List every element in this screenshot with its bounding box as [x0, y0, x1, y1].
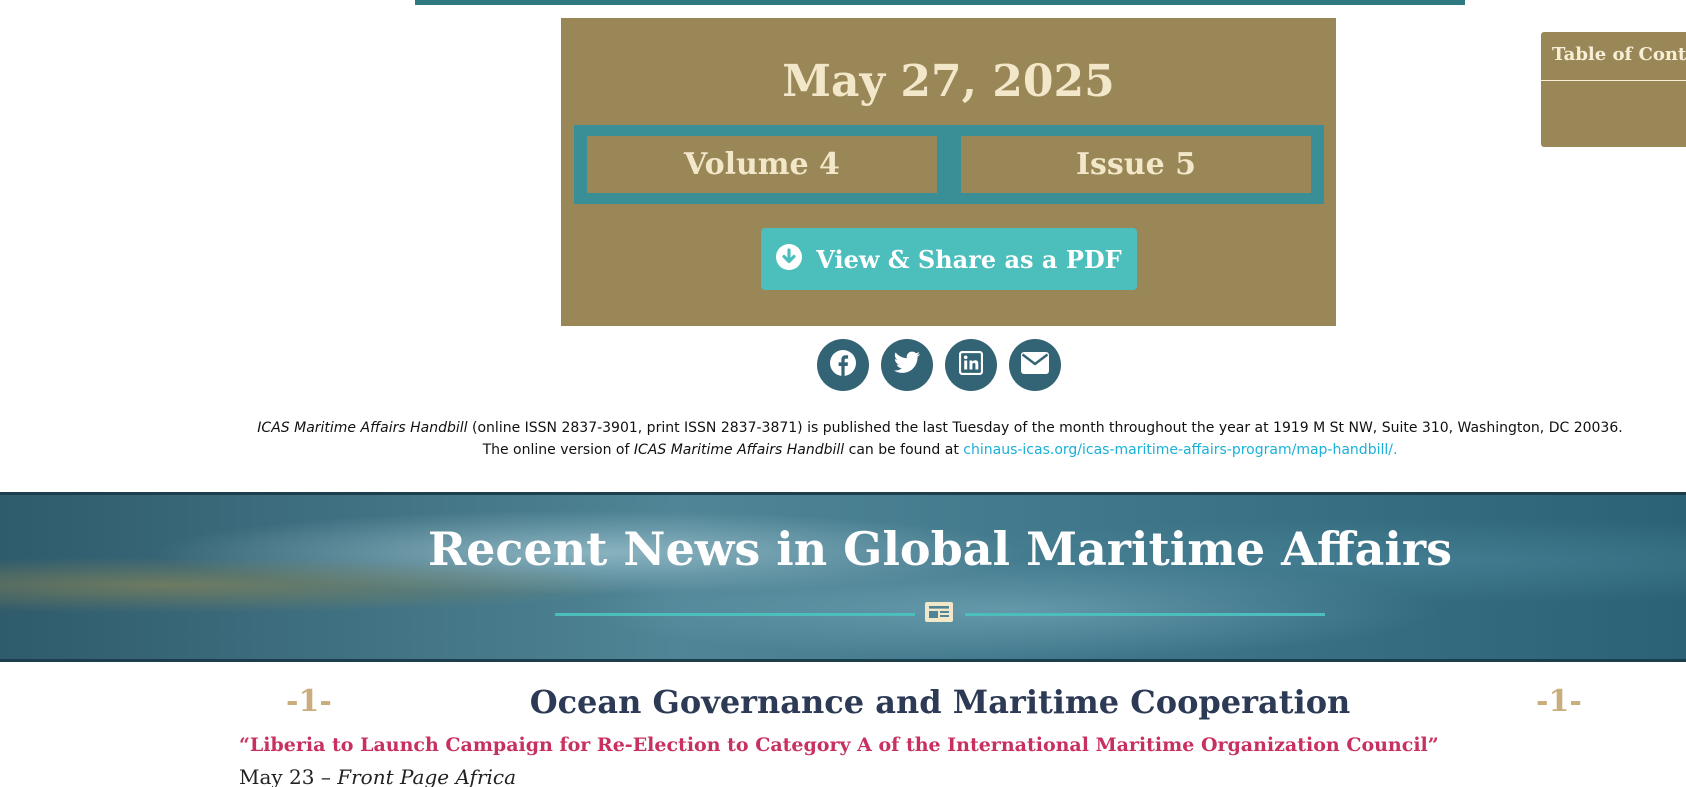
facebook-icon	[829, 349, 857, 381]
email-icon	[1021, 352, 1049, 378]
article-meta: May 23 – Front Page Africa	[239, 765, 516, 787]
issue-label: Issue 5	[961, 136, 1311, 193]
share-linkedin-button[interactable]	[945, 339, 997, 391]
issue-date: May 27, 2025	[782, 56, 1115, 107]
newspaper-icon	[924, 600, 954, 628]
table-of-contents-panel[interactable]: Table of Contents	[1541, 32, 1686, 147]
section-title: Ocean Governance and Maritime Cooperatio…	[529, 683, 1351, 721]
publication-title: ICAS Maritime Affairs Handbill	[257, 420, 468, 436]
online-version-mid: can be found at	[844, 442, 964, 458]
online-version-prefix: The online version of	[482, 442, 634, 458]
top-accent-bar	[415, 0, 1465, 5]
pdf-button-label: View & Share as a PDF	[816, 244, 1122, 274]
toc-title: Table of Contents	[1552, 44, 1686, 65]
news-section-banner: Recent News in Global Maritime Affairs	[0, 492, 1686, 662]
publication-details: (online ISSN 2837-3901, print ISSN 2837-…	[467, 420, 1623, 436]
share-buttons	[817, 339, 1061, 393]
share-twitter-button[interactable]	[881, 339, 933, 391]
publication-note-line-2: The online version of ICAS Maritime Affa…	[0, 439, 1686, 461]
publication-title-2: ICAS Maritime Affairs Handbill	[633, 442, 845, 458]
publication-note: ICAS Maritime Affairs Handbill (online I…	[0, 417, 1686, 461]
twitter-icon	[893, 351, 921, 379]
news-section-title: Recent News in Global Maritime Affairs	[427, 522, 1453, 576]
publication-note-line-1: ICAS Maritime Affairs Handbill (online I…	[0, 417, 1686, 439]
share-facebook-button[interactable]	[817, 339, 869, 391]
share-email-button[interactable]	[1009, 339, 1061, 391]
article-source: Front Page Africa	[337, 765, 517, 787]
volume-label: Volume 4	[587, 136, 937, 193]
article-date: May 23 –	[239, 765, 338, 787]
volume-issue-strip: Volume 4 Issue 5	[574, 125, 1324, 204]
issue-header: May 27, 2025 Volume 4 Issue 5 View & Sha…	[561, 18, 1336, 326]
article-headline-link[interactable]: “Liberia to Launch Campaign for Re-Elect…	[239, 734, 1439, 756]
section-number-right: -1-	[1536, 684, 1582, 719]
handbill-link[interactable]: chinaus-icas.org/icas-maritime-affairs-p…	[963, 442, 1397, 458]
download-circle-icon	[776, 244, 803, 274]
banner-divider-left	[555, 613, 915, 616]
banner-divider-right	[965, 613, 1325, 616]
view-share-pdf-button[interactable]: View & Share as a PDF	[761, 228, 1137, 290]
toc-divider	[1541, 80, 1686, 81]
linkedin-icon	[958, 350, 984, 379]
